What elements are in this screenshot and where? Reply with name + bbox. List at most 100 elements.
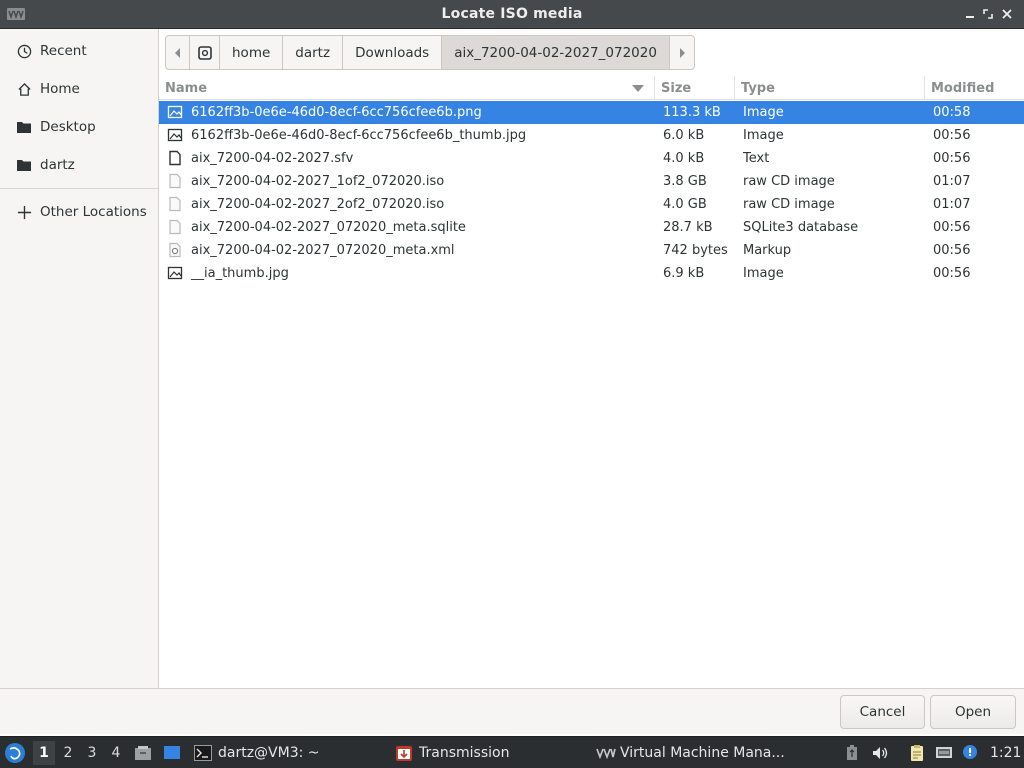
task-virt-manager[interactable]: Virtual Machine Mana...: [596, 737, 796, 768]
file-type: Image: [743, 105, 784, 120]
task-transmission[interactable]: Transmission: [395, 737, 585, 768]
path-segment-dartz[interactable]: dartz: [283, 36, 344, 69]
path-root-button[interactable]: [190, 36, 220, 69]
window-title: Locate ISO media: [441, 6, 583, 22]
file-row[interactable]: aix_7200-04-02-2027_1of2_072020.iso 3.8 …: [159, 170, 1024, 193]
file-row[interactable]: aix_7200-04-02-2027.sfv 4.0 kB Text 00:5…: [159, 147, 1024, 170]
file-row[interactable]: __ia_thumb.jpg 6.9 kB Image 00:56: [159, 262, 1024, 285]
text-file-icon: [169, 150, 181, 166]
sort-descending-icon: [632, 85, 644, 92]
sidebar-item-label: dartz: [40, 157, 75, 173]
file-name: 6162ff3b-0e6e-46d0-8ecf-6cc756cfee6b.png: [191, 105, 482, 120]
column-header-label: Size: [661, 80, 692, 96]
file-modified: 00:56: [933, 151, 971, 166]
file-size: 3.8 GB: [663, 174, 707, 189]
task-label: Transmission: [419, 745, 510, 761]
file-modified: 01:07: [933, 197, 971, 212]
close-button[interactable]: [999, 6, 1015, 22]
maximize-button[interactable]: [980, 6, 996, 22]
sidebar-item-dartz[interactable]: dartz: [0, 148, 158, 182]
clipboard-icon[interactable]: [908, 744, 926, 762]
drive-icon: [197, 45, 212, 60]
sidebar-item-home[interactable]: Home: [0, 72, 158, 106]
file-size: 6.0 kB: [663, 128, 705, 143]
column-header-label: Type: [741, 80, 775, 96]
column-header-name[interactable]: Name: [159, 76, 655, 100]
open-button[interactable]: Open: [930, 695, 1016, 729]
file-type: SQLite3 database: [743, 220, 859, 235]
file-name: 6162ff3b-0e6e-46d0-8ecf-6cc756cfee6b_thu…: [191, 128, 527, 143]
file-size: 113.3 kB: [663, 105, 721, 120]
file-row[interactable]: 6162ff3b-0e6e-46d0-8ecf-6cc756cfee6b_thu…: [159, 124, 1024, 147]
file-name: aix_7200-04-02-2027.sfv: [191, 151, 354, 166]
file-list-header: Name Size Type Modified: [159, 76, 1024, 100]
battery-icon[interactable]: [843, 744, 861, 762]
places-sidebar: Recent Home Desktop dartz Other Location…: [0, 29, 159, 688]
cancel-button[interactable]: Cancel: [840, 695, 925, 729]
folder-icon: [16, 119, 32, 135]
home-icon: [16, 81, 32, 97]
task-terminal[interactable]: dartz@VM3: ~: [194, 737, 384, 768]
file-modified: 00:56: [933, 220, 971, 235]
file-modified: 00:56: [933, 266, 971, 281]
minimize-button[interactable]: [962, 6, 978, 22]
maximize-icon: [983, 9, 993, 19]
file-row[interactable]: 6162ff3b-0e6e-46d0-8ecf-6cc756cfee6b.png…: [159, 101, 1024, 124]
image-icon: [167, 266, 183, 280]
file-name: aix_7200-04-02-2027_2of2_072020.iso: [191, 197, 445, 212]
show-desktop-button[interactable]: [134, 737, 154, 768]
file-row[interactable]: aix_7200-04-02-2027_2of2_072020.iso 4.0 …: [159, 193, 1024, 216]
file-row[interactable]: aix_7200-04-02-2027_072020_meta.sqlite 2…: [159, 216, 1024, 239]
notification-icon[interactable]: [961, 744, 979, 762]
lxqt-logo-icon: [5, 743, 25, 763]
workspace-2-button[interactable]: 2: [57, 741, 79, 765]
file-size: 742 bytes: [663, 243, 728, 258]
path-scroll-right-button[interactable]: [670, 36, 694, 69]
file-type: Markup: [743, 243, 792, 258]
file-name: aix_7200-04-02-2027_072020_meta.xml: [191, 243, 455, 258]
workspace-3-button[interactable]: 3: [81, 741, 103, 765]
file-row[interactable]: aix_7200-04-02-2027_072020_meta.xml 742 …: [159, 239, 1024, 262]
file-manager-icon: [135, 746, 151, 760]
task-label: dartz@VM3: ~: [218, 745, 320, 761]
file-name: aix_7200-04-02-2027_072020_meta.sqlite: [191, 220, 466, 235]
sidebar-item-desktop[interactable]: Desktop: [0, 110, 158, 144]
file-list[interactable]: Name Size Type Modified 6162ff3b-0e6e-46…: [159, 76, 1024, 688]
file-modified: 00:56: [933, 243, 971, 258]
path-bar: home dartz Downloads aix_7200-04-02-2027…: [165, 35, 695, 70]
sidebar-item-recent[interactable]: Recent: [0, 34, 158, 68]
file-name: aix_7200-04-02-2027_1of2_072020.iso: [191, 174, 445, 189]
markup-file-icon: [169, 242, 181, 258]
file-size: 28.7 kB: [663, 220, 713, 235]
file-type: raw CD image: [743, 197, 835, 212]
path-segment-downloads[interactable]: Downloads: [343, 36, 443, 69]
sidebar-item-label: Other Locations: [40, 204, 147, 220]
workspace-4-button[interactable]: 4: [105, 741, 127, 765]
generic-file-icon: [169, 219, 181, 235]
file-type: raw CD image: [743, 174, 835, 189]
sidebar-item-label: Desktop: [40, 119, 96, 135]
network-icon[interactable]: [935, 744, 953, 762]
column-header-size[interactable]: Size: [655, 76, 735, 100]
file-type: Text: [743, 151, 770, 166]
start-menu-button[interactable]: [4, 737, 28, 768]
path-segment-home[interactable]: home: [220, 36, 284, 69]
chevron-left-icon: [174, 47, 180, 58]
workspace-1-button[interactable]: 1: [33, 741, 55, 765]
sidebar-item-other-locations[interactable]: Other Locations: [0, 195, 158, 229]
desktop-launcher-button[interactable]: [163, 737, 183, 768]
clock[interactable]: 1:21: [990, 737, 1022, 768]
sidebar-separator: [0, 188, 158, 189]
generic-file-icon: [169, 196, 181, 212]
volume-icon[interactable]: [871, 744, 889, 762]
column-header-label: Modified: [931, 80, 995, 96]
dialog-action-bar: Cancel Open: [0, 688, 1024, 734]
file-modified: 00:58: [933, 105, 971, 120]
file-size: 4.0 kB: [663, 151, 705, 166]
path-segment-current[interactable]: aix_7200-04-02-2027_072020: [442, 36, 670, 69]
path-scroll-left-button[interactable]: [166, 36, 190, 69]
terminal-icon: [194, 745, 212, 761]
column-header-type[interactable]: Type: [735, 76, 925, 100]
column-header-modified[interactable]: Modified: [925, 76, 1024, 100]
sidebar-item-label: Recent: [40, 43, 87, 59]
